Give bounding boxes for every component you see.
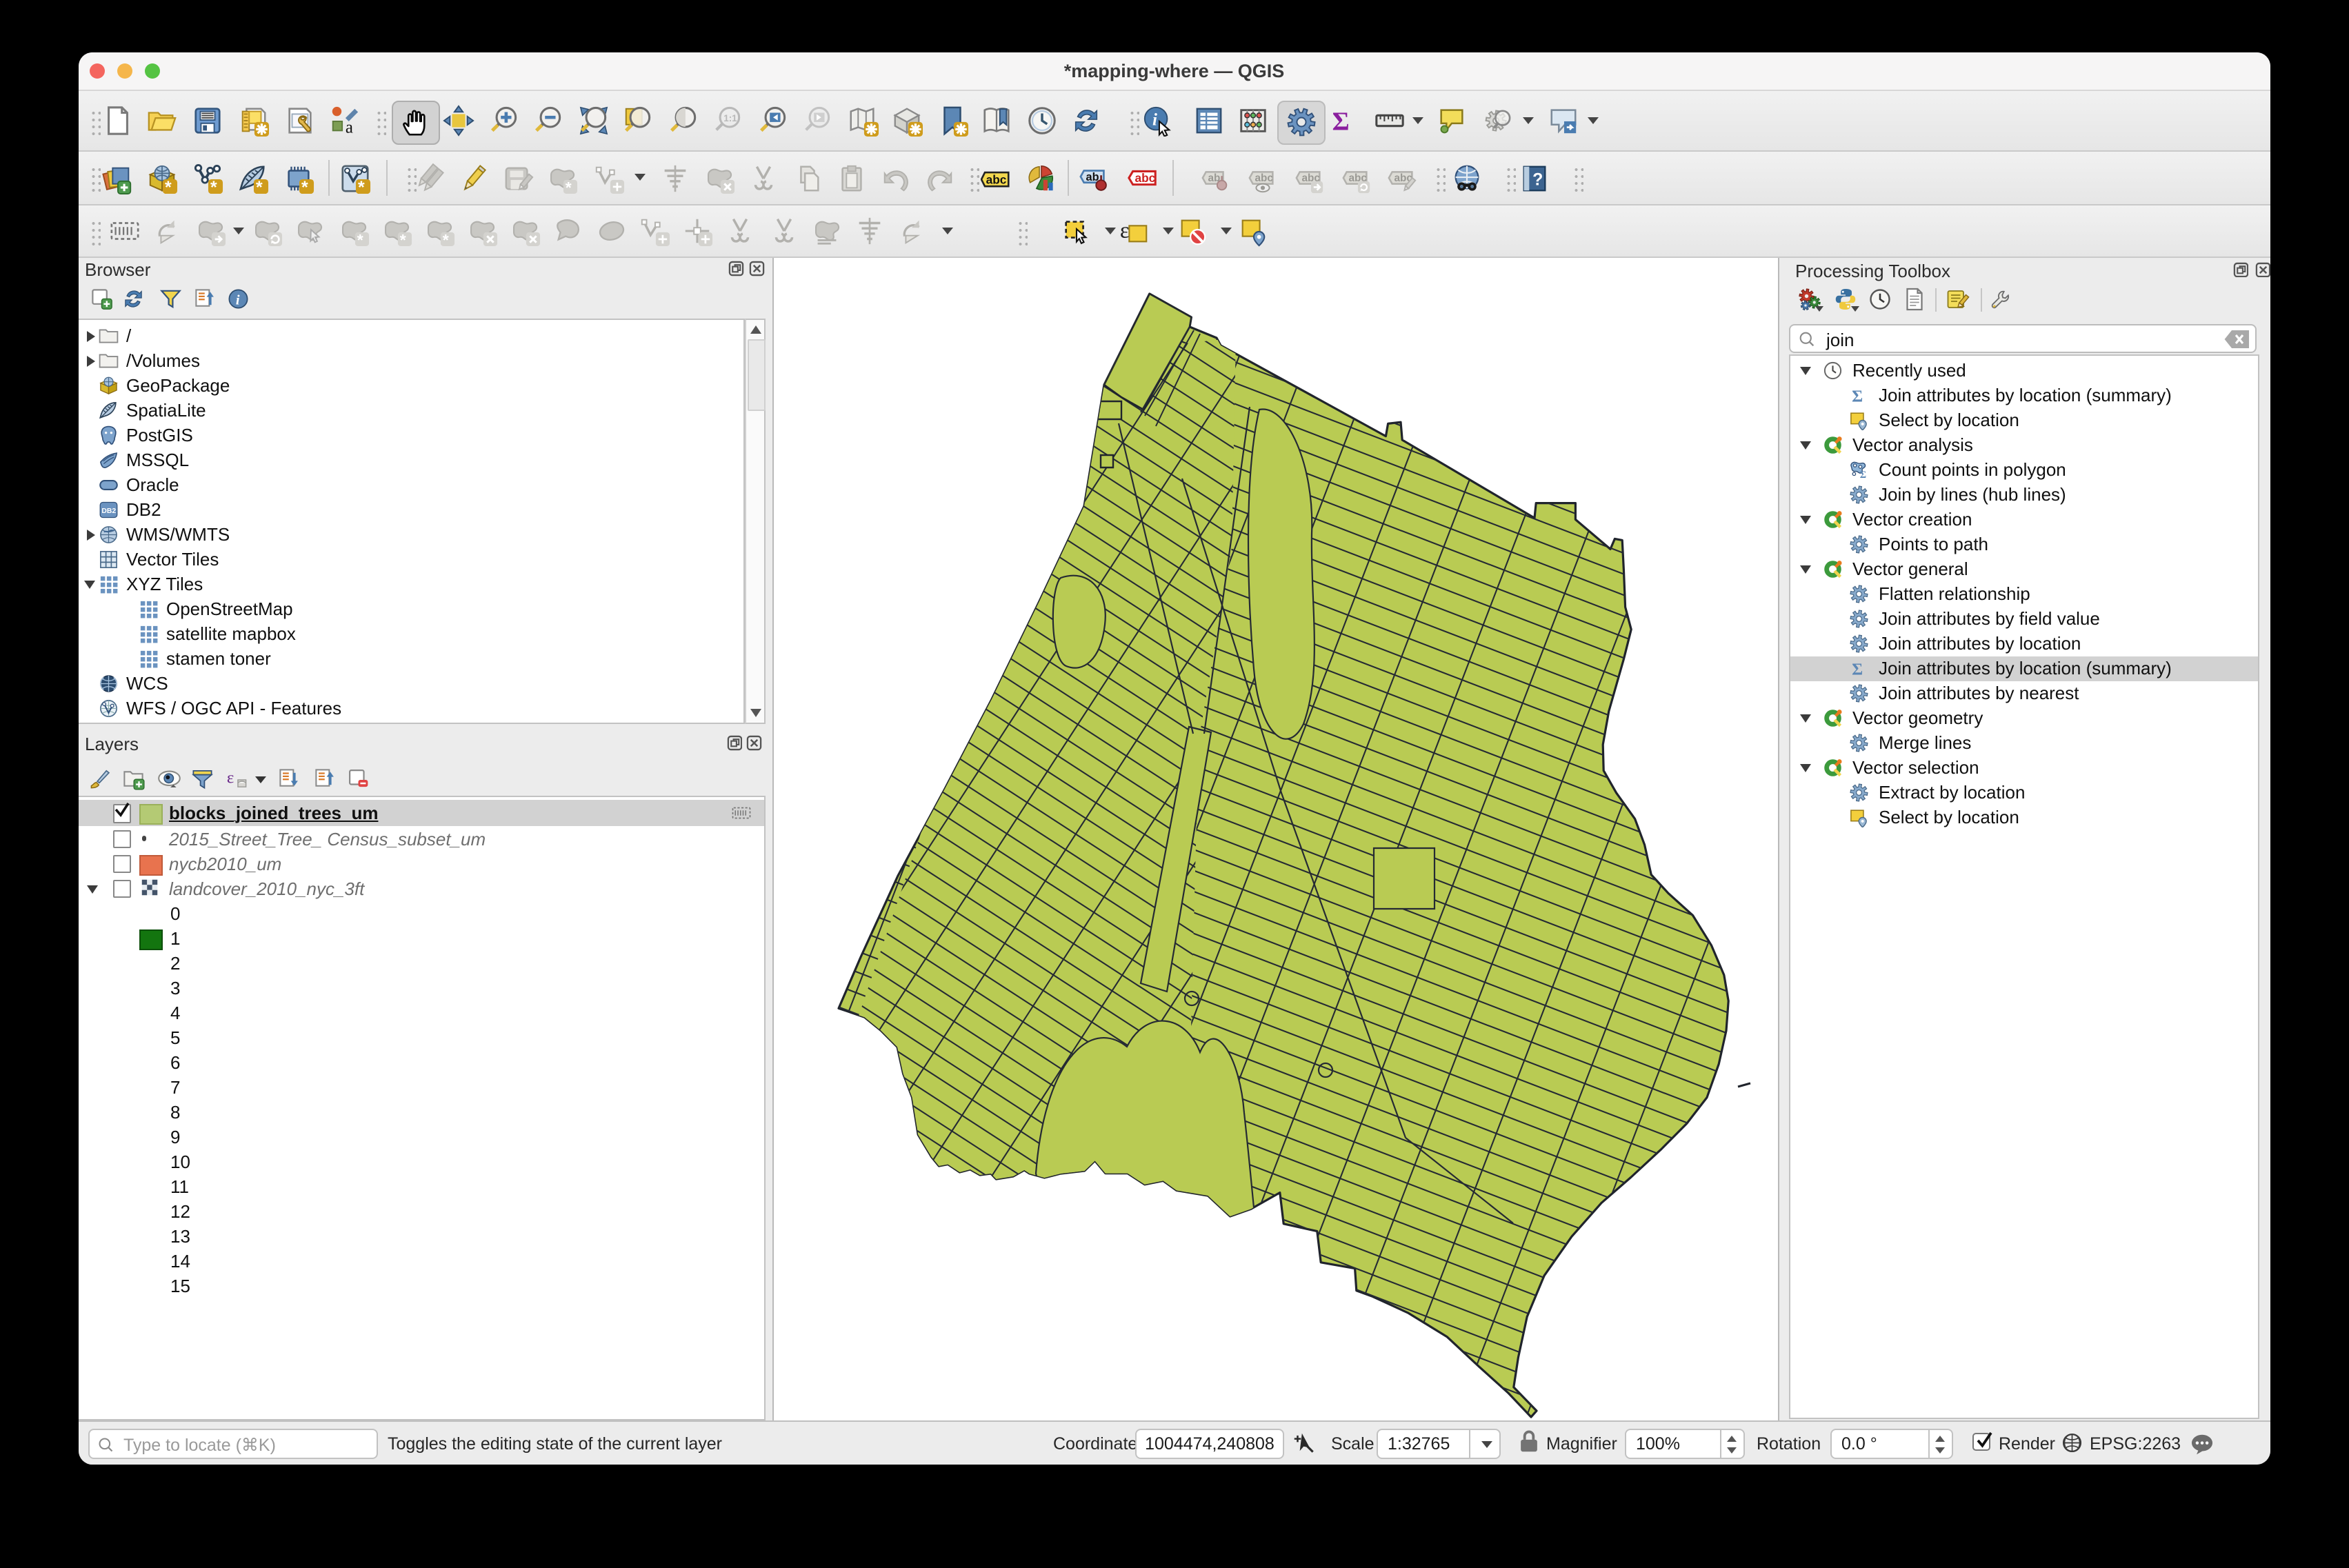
svg-text:a: a [345, 118, 352, 137]
svg-text:?: ? [1532, 170, 1542, 189]
svg-text:abc: abc [1255, 172, 1273, 183]
svg-text:ε: ε [226, 767, 233, 786]
svg-text:Σ: Σ [1332, 107, 1349, 136]
svg-text:abc: abc [1134, 170, 1155, 184]
svg-text:abc: abc [986, 172, 1006, 186]
svg-text:i: i [235, 292, 239, 308]
svg-text:*: * [399, 231, 406, 247]
svg-text:*: * [210, 177, 217, 194]
svg-text:*: * [301, 177, 308, 194]
svg-text:*: * [164, 177, 171, 194]
svg-text:Σ: Σ [1852, 387, 1863, 405]
svg-text:*: * [357, 177, 364, 194]
svg-text:*: * [565, 178, 571, 194]
svg-text:*: * [255, 177, 262, 194]
svg-text:*: * [443, 231, 449, 247]
svg-text:Σ: Σ [1852, 660, 1863, 679]
svg-text:i: i [1152, 111, 1157, 130]
svg-text:Σ: Σ [1860, 469, 1866, 480]
svg-text:*: * [357, 231, 363, 247]
svg-text:1:1: 1:1 [723, 113, 737, 123]
svg-text:ε: ε [1119, 219, 1129, 243]
svg-text:DB2: DB2 [101, 507, 115, 515]
